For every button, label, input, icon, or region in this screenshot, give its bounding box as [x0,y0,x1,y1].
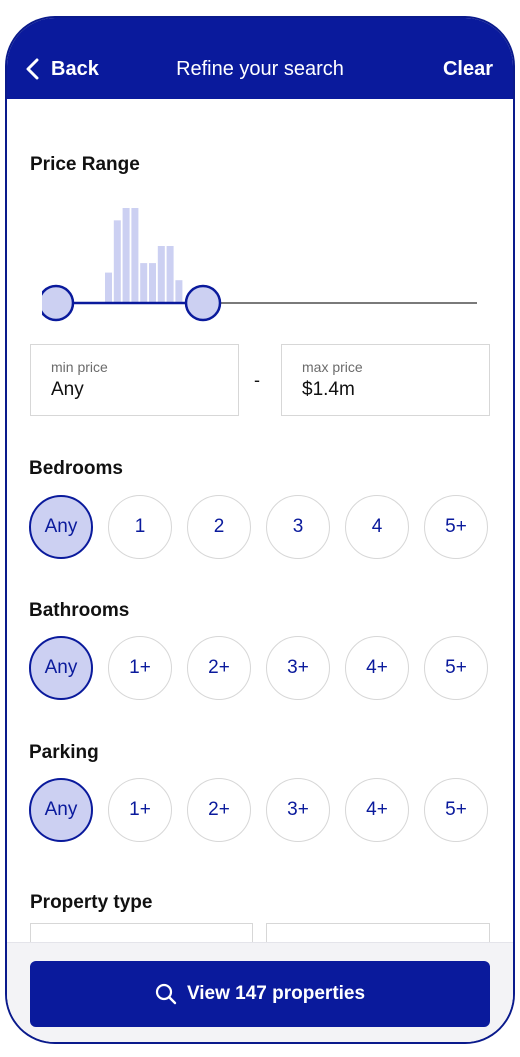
clear-button[interactable]: Clear [443,58,493,81]
parking-option[interactable]: Any [29,778,93,842]
histogram-bar [105,272,112,303]
histogram-bar [175,280,183,303]
price-range-title: Price Range [30,154,140,175]
bathrooms-option[interactable]: Any [29,636,93,700]
min-price-value: Any [51,379,84,400]
max-price-label: max price [302,359,363,375]
bathrooms-option[interactable]: 5+ [424,636,488,700]
histogram-bar [140,263,148,303]
parking-options: Any 1+ 2+ 3+ 4+ 5+ [29,778,489,844]
bathrooms-title: Bathrooms [29,600,130,621]
bedrooms-option[interactable]: Any [29,495,93,559]
price-separator: - [254,370,260,390]
parking-option[interactable]: 4+ [345,778,409,842]
parking-option[interactable]: 3+ [266,778,330,842]
property-type-title: Property type [30,892,153,913]
page-title: Refine your search [176,58,344,80]
parking-title: Parking [29,742,99,763]
header-bar: Back Refine your search Clear [7,18,513,99]
bedrooms-option[interactable]: 5+ [424,495,488,559]
parking-option[interactable]: 1+ [108,778,172,842]
histogram-bar [157,246,165,303]
parking-option[interactable]: 5+ [424,778,488,842]
bedrooms-option[interactable]: 3 [266,495,330,559]
view-properties-label: View 147 properties [186,983,366,1004]
bedrooms-options: Any 1 2 3 4 5+ [29,495,489,561]
price-histogram [42,208,477,322]
search-icon [155,983,177,1005]
max-price-value: $1.4m [302,379,355,400]
bathrooms-option[interactable]: 1+ [108,636,172,700]
bedrooms-option[interactable]: 4 [345,495,409,559]
bathrooms-option[interactable]: 4+ [345,636,409,700]
histogram-bar [131,208,139,303]
min-price-field[interactable]: min price Any [30,344,239,416]
footer-bar: View 147 properties [7,942,513,1042]
bedrooms-title: Bedrooms [29,458,123,479]
slider-max-handle[interactable] [184,284,222,322]
histogram-bar [149,263,156,303]
price-histogram-slider[interactable] [42,198,482,328]
view-properties-button[interactable]: View 147 properties [30,961,490,1027]
bathrooms-options: Any 1+ 2+ 3+ 4+ 5+ [29,636,489,702]
parking-option[interactable]: 2+ [187,778,251,842]
min-price-label: min price [51,359,108,375]
bathrooms-option[interactable]: 3+ [266,636,330,700]
histogram-bar [122,208,130,303]
bedrooms-option[interactable]: 2 [187,495,251,559]
max-price-field[interactable]: max price $1.4m [281,344,490,416]
app-screen: Back Refine your search Clear Price Rang… [7,18,513,1042]
histogram-bar [166,246,174,303]
bathrooms-option[interactable]: 2+ [187,636,251,700]
histogram-bar [113,220,121,303]
slider-min-handle[interactable] [42,284,75,322]
bedrooms-option[interactable]: 1 [108,495,172,559]
